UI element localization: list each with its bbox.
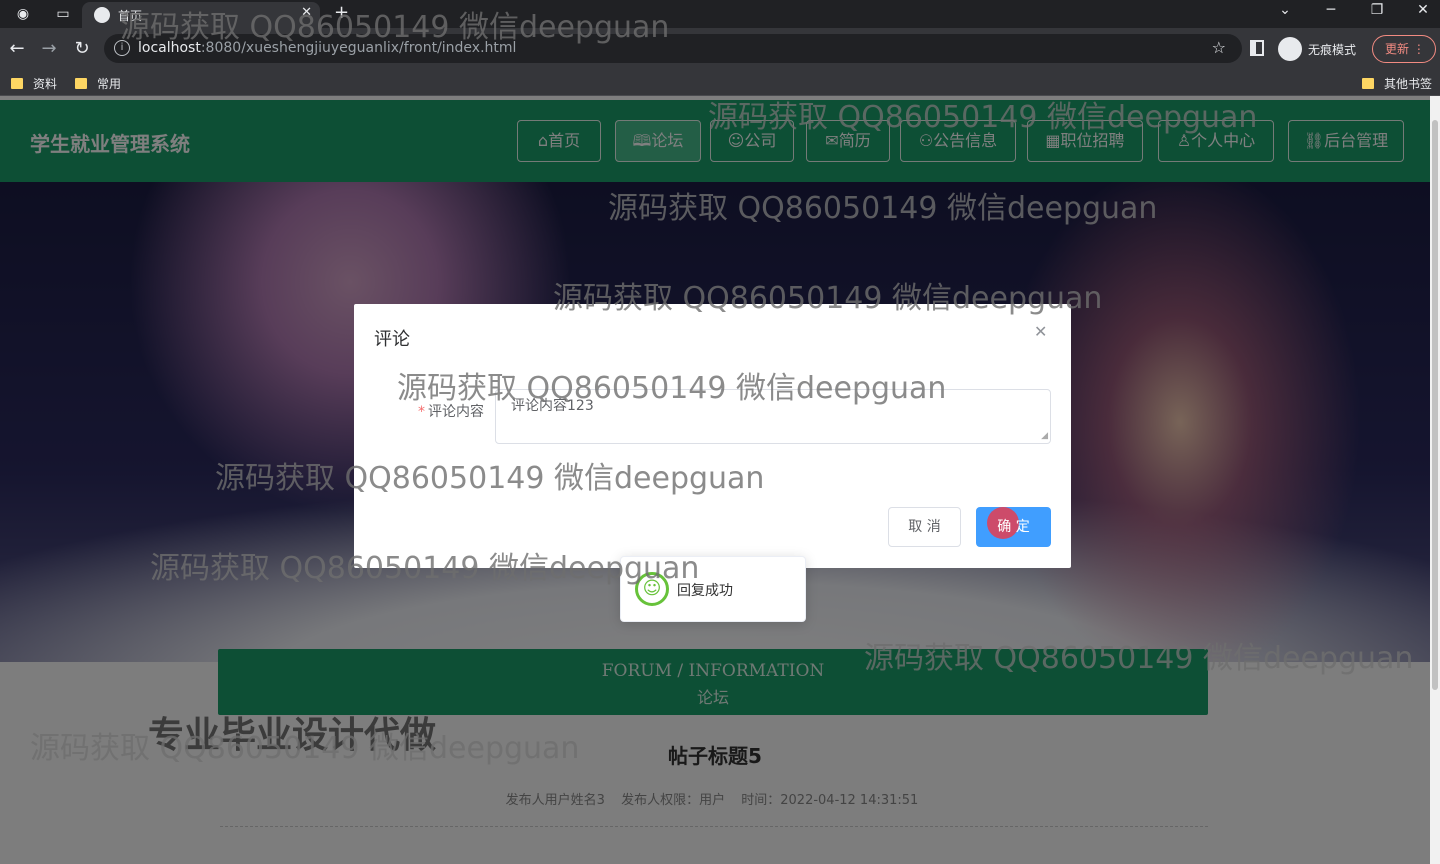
globe-icon [94, 7, 110, 23]
incognito-label: 无痕模式 [1308, 43, 1357, 57]
back-arrow-icon[interactable]: ← [5, 37, 29, 61]
browser-tab[interactable]: 首页 ✕ [82, 2, 320, 28]
close-window-icon[interactable]: ✕ [1408, 2, 1438, 18]
restore-icon[interactable]: ❐ [1362, 2, 1392, 18]
scrollbar-thumb[interactable] [1432, 120, 1438, 690]
page-scrollbar[interactable] [1430, 96, 1440, 864]
tab-title: 首页 [118, 9, 143, 23]
reload-icon[interactable]: ↻ [70, 37, 94, 61]
toast-message: 回复成功 [677, 583, 733, 599]
other-bookmarks[interactable]: 其他书签 [1362, 75, 1432, 92]
success-toast: ☺ 回复成功 [620, 556, 806, 622]
folder-icon [75, 78, 87, 89]
minimize-icon[interactable]: ─ [1316, 2, 1346, 18]
tab-search-icon[interactable]: ▭ [52, 4, 74, 24]
browser-toolbar: ← → ↻ i localhost:8080/xueshengjiuyeguan… [0, 28, 1440, 70]
cancel-button[interactable]: 取 消 [888, 507, 961, 547]
dialog-title: 评论 [374, 329, 410, 350]
comment-field-label: * 评论内容 [418, 404, 484, 420]
close-tab-icon[interactable]: ✕ [301, 5, 312, 20]
update-button[interactable]: 更新 ⋮ [1372, 35, 1436, 63]
page-viewport: 学生就业管理系统 ⌂首页 🕮论坛 ☺公司 ✉简历 ⚇公告信息 ▦职位招聘 ♙个人… [0, 96, 1430, 864]
bookmark-folder-changyong[interactable]: 常用 [75, 75, 121, 92]
browser-tabbar: ◉ ▭ 首页 ✕ + ⌄ ─ ❐ ✕ [0, 0, 1440, 28]
smile-icon: ☺ [635, 572, 669, 606]
bookmark-star-icon[interactable]: ☆ [1212, 38, 1226, 57]
address-bar[interactable]: i localhost:8080/xueshengjiuyeguanlix/fr… [104, 34, 1242, 63]
comment-dialog: 评论 ✕ * 评论内容 评论内容123 ◢ 取 消 确 定 [354, 304, 1071, 568]
folder-icon [11, 78, 23, 89]
browser-profile-icon[interactable]: ◉ [12, 4, 34, 24]
new-tab-button[interactable]: + [334, 2, 349, 23]
tab-list-chevron-icon[interactable]: ⌄ [1270, 2, 1300, 18]
bookmarks-bar: 资料 常用 其他书签 [0, 70, 1440, 96]
forward-arrow-icon[interactable]: → [37, 37, 61, 61]
folder-icon [1362, 78, 1374, 89]
close-icon[interactable]: ✕ [1034, 322, 1047, 341]
site-info-icon[interactable]: i [114, 40, 130, 56]
resize-grip-icon[interactable]: ◢ [1041, 431, 1048, 442]
side-panel-icon[interactable] [1250, 40, 1264, 56]
bookmark-folder-ziliao[interactable]: 资料 [11, 75, 57, 92]
incognito-icon [1278, 37, 1302, 61]
url-text: localhost:8080/xueshengjiuyeguanlix/fron… [138, 40, 517, 56]
confirm-button[interactable]: 确 定 [976, 507, 1051, 547]
comment-textarea[interactable]: 评论内容123 ◢ [495, 389, 1051, 444]
